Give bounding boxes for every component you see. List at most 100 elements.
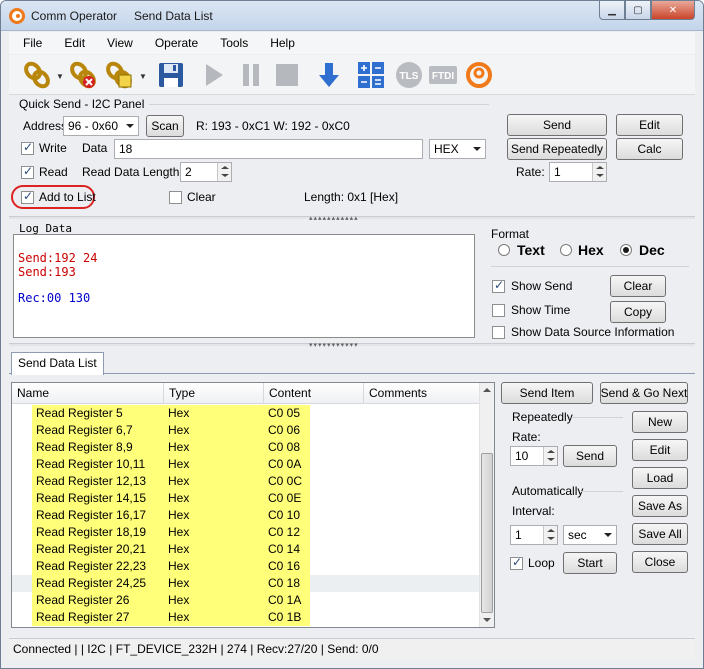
menu-help[interactable]: Help xyxy=(259,32,306,54)
column-header-type[interactable]: Type xyxy=(164,383,264,404)
send-data-grid[interactable]: Name Type Content Comments Read Register… xyxy=(11,382,495,628)
show-source-checkbox[interactable] xyxy=(492,326,505,339)
table-row[interactable]: Read Register 18,19 Hex C0 12 xyxy=(12,524,482,541)
data-format-select[interactable]: HEX xyxy=(429,139,486,159)
tab-send-data-list[interactable]: Send Data List xyxy=(11,352,104,375)
play-button[interactable] xyxy=(197,59,229,91)
clear-log-button[interactable]: Clear xyxy=(610,275,666,297)
interval-unit-value: sec xyxy=(568,528,587,542)
send-button[interactable]: Send xyxy=(507,114,607,136)
calc-button[interactable]: Calc xyxy=(616,138,683,160)
menu-operate[interactable]: Operate xyxy=(144,32,209,54)
edit-button[interactable]: Edit xyxy=(616,114,683,136)
table-row[interactable]: Read Register 27 Hex C0 1B xyxy=(12,609,482,626)
column-header-comments[interactable]: Comments xyxy=(364,383,482,404)
rate-stepper[interactable]: 1 xyxy=(549,162,607,182)
format-hex-radio[interactable] xyxy=(560,244,572,256)
table-row[interactable]: Read Register 20,21 Hex C0 14 xyxy=(12,541,482,558)
table-row[interactable]: Read Register 24,25 Hex C0 18 xyxy=(12,575,482,592)
minimize-button[interactable]: ▁ xyxy=(599,1,625,20)
scan-button[interactable]: Scan xyxy=(146,115,184,137)
ftdi-button[interactable]: FTDI xyxy=(427,59,459,91)
app-logo-icon xyxy=(466,62,492,88)
save-as-button[interactable]: Save As xyxy=(632,495,688,517)
menu-tools[interactable]: Tools xyxy=(209,32,259,54)
loop-checkbox[interactable] xyxy=(510,555,523,570)
format-text-radio[interactable] xyxy=(498,244,510,256)
data-format-value: HEX xyxy=(434,142,459,156)
interval-unit-select[interactable]: sec xyxy=(563,525,617,545)
spin-arrows-icon[interactable] xyxy=(543,526,557,544)
send-go-next-button[interactable]: Send & Go Next xyxy=(600,382,688,404)
spin-arrows-icon[interactable] xyxy=(592,163,606,181)
table-row[interactable]: Read Register 16,17 Hex C0 10 xyxy=(12,507,482,524)
table-row[interactable]: Read Register 14,15 Hex C0 0E xyxy=(12,490,482,507)
read-length-stepper[interactable]: 2 xyxy=(180,162,232,182)
data-input[interactable]: 18 xyxy=(114,139,423,159)
add-to-list-checkbox[interactable] xyxy=(21,189,34,204)
show-send-checkbox[interactable] xyxy=(492,278,505,293)
format-hex-label: Hex xyxy=(578,242,604,258)
calculator-button[interactable] xyxy=(355,59,387,91)
format-dec-radio[interactable] xyxy=(620,244,632,256)
scroll-thumb[interactable] xyxy=(481,453,493,613)
spin-arrows-icon[interactable] xyxy=(217,163,231,181)
settings-dropdown-icon[interactable]: ▼ xyxy=(139,72,147,81)
new-button[interactable]: New xyxy=(632,411,688,433)
clear-label: Clear xyxy=(187,190,216,204)
list-rate-stepper[interactable]: 10 xyxy=(510,446,558,466)
close-window-button[interactable]: ✕ xyxy=(651,1,695,20)
menu-view[interactable]: View xyxy=(96,32,144,54)
address-select[interactable]: 96 - 0x60 xyxy=(63,116,139,136)
cell-name: Read Register 16,17 xyxy=(32,507,164,524)
table-row[interactable]: Read Register 10,11 Hex C0 0A xyxy=(12,456,482,473)
table-row[interactable]: Read Register 12,13 Hex C0 0C xyxy=(12,473,482,490)
splitter-bottom[interactable]: ▾▾▾▾▾▾▾▾▾▾▾ xyxy=(9,342,695,349)
connect-dropdown-icon[interactable]: ▼ xyxy=(56,72,64,81)
start-button[interactable]: Start xyxy=(563,552,617,574)
save-button[interactable] xyxy=(155,59,187,91)
list-send-button[interactable]: Send xyxy=(563,445,617,467)
disconnect-button[interactable] xyxy=(67,59,99,91)
about-button[interactable] xyxy=(463,59,495,91)
copy-log-button[interactable]: Copy xyxy=(610,301,666,323)
group-divider xyxy=(573,417,623,418)
interval-stepper[interactable]: 1 xyxy=(510,525,558,545)
cell-comments xyxy=(364,524,482,541)
connection-settings-button[interactable] xyxy=(103,59,135,91)
table-row[interactable]: Read Register 22,23 Hex C0 16 xyxy=(12,558,482,575)
log-output[interactable]: Send:192 24 Send:193 Rec:00 130 xyxy=(13,234,475,338)
clear-checkbox[interactable] xyxy=(169,191,182,204)
list-edit-button[interactable]: Edit xyxy=(632,439,688,461)
spin-arrows-icon[interactable] xyxy=(543,447,557,465)
scroll-down-icon[interactable] xyxy=(483,618,491,622)
download-button[interactable] xyxy=(313,59,345,91)
connect-button[interactable] xyxy=(21,59,53,91)
menu-file[interactable]: File xyxy=(9,32,53,54)
menu-edit[interactable]: Edit xyxy=(53,32,96,54)
pause-button[interactable] xyxy=(235,59,267,91)
table-row[interactable]: Read Register 6,7 Hex C0 06 xyxy=(12,422,482,439)
grid-scrollbar[interactable] xyxy=(479,383,494,627)
load-button[interactable]: Load xyxy=(632,467,688,489)
scroll-up-icon[interactable] xyxy=(483,388,491,392)
show-time-checkbox[interactable] xyxy=(492,304,505,317)
tls-button[interactable]: TLS xyxy=(393,59,425,91)
list-close-button[interactable]: Close xyxy=(632,551,688,573)
column-header-content[interactable]: Content xyxy=(264,383,364,404)
stop-button[interactable] xyxy=(271,59,303,91)
cell-name: Read Register 27 xyxy=(32,609,164,626)
read-checkbox[interactable] xyxy=(21,164,34,179)
table-row[interactable]: Read Register 5 Hex C0 05 xyxy=(12,405,482,422)
maximize-button[interactable]: ▢ xyxy=(625,1,651,20)
save-all-button[interactable]: Save All xyxy=(632,523,688,545)
send-repeatedly-button[interactable]: Send Repeatedly xyxy=(507,138,607,160)
column-header-name[interactable]: Name xyxy=(12,383,164,404)
send-item-button[interactable]: Send Item xyxy=(501,382,593,404)
table-row[interactable]: Read Register 8,9 Hex C0 08 xyxy=(12,439,482,456)
table-row[interactable]: Read Register 26 Hex C0 1A xyxy=(12,592,482,609)
cell-name: Read Register 12,13 xyxy=(32,473,164,490)
splitter-top[interactable]: ▴▴▴▴▴▴▴▴▴▴▴ xyxy=(9,215,695,222)
write-checkbox[interactable] xyxy=(21,140,34,155)
group-divider xyxy=(149,104,489,105)
